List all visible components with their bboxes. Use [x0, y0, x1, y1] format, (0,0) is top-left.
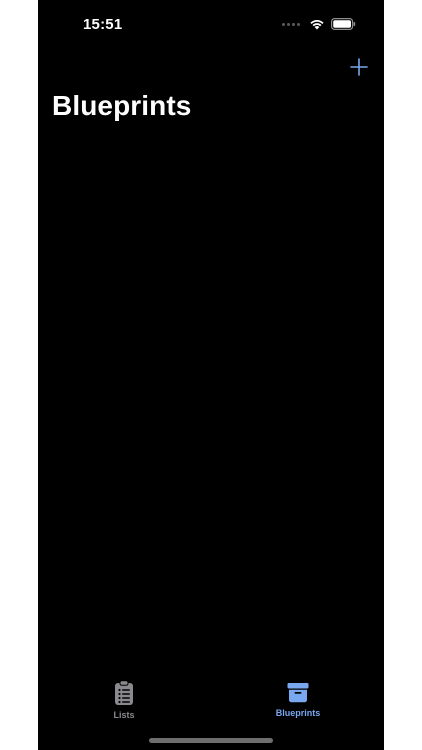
- home-indicator: [149, 738, 273, 743]
- plus-icon: [350, 58, 368, 76]
- tab-lists-label: Lists: [113, 710, 135, 720]
- screen-frame: 15:51 Blueprints Lists Blueprints: [0, 0, 422, 750]
- app-window: 15:51 Blueprints Lists Blueprints: [38, 0, 384, 750]
- page-title: Blueprints: [52, 90, 192, 121]
- tab-blueprints[interactable]: Blueprints: [238, 680, 358, 718]
- clipboard-list-icon: [113, 680, 135, 706]
- tab-blueprints-label: Blueprints: [275, 708, 321, 718]
- add-blueprint-button[interactable]: [348, 56, 370, 78]
- tab-lists[interactable]: Lists: [64, 680, 184, 720]
- blueprints-list: [38, 140, 384, 660]
- cellular-signal-icon: [282, 22, 300, 26]
- battery-icon: [331, 18, 356, 30]
- status-indicators: [282, 18, 356, 30]
- archive-box-icon: [286, 680, 310, 704]
- status-time: 15:51: [83, 16, 123, 33]
- wifi-icon: [309, 18, 325, 30]
